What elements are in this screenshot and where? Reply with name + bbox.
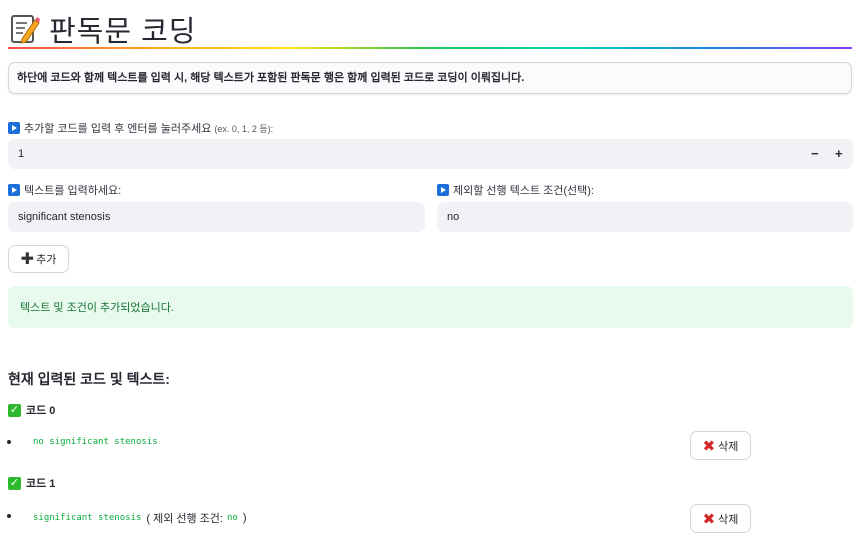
page-title-row: 판독문 코딩 [10, 8, 196, 50]
bullet [7, 514, 11, 518]
delete-label: 삭제 [718, 440, 739, 453]
play-icon [437, 184, 449, 196]
code-1-text: significant stenosis [33, 513, 142, 523]
code-number-value: 1 [18, 148, 25, 160]
code-number-input[interactable]: 1 [8, 139, 853, 169]
code-0-label: 코드 0 [26, 405, 56, 417]
page-title: 판독문 코딩 [49, 16, 197, 48]
text-label-text: 텍스트를 입력하세요: [24, 185, 122, 197]
exclude-input-value: no [447, 211, 460, 223]
code-1-condition: no [226, 513, 238, 523]
plus-icon: ✚ [20, 251, 35, 268]
add-button-label: 추가 [36, 254, 57, 266]
success-alert: 텍스트 및 조건이 추가되었습니다. [8, 286, 853, 328]
code-1-header: ✓ 코드 1 [8, 475, 55, 491]
delete-button-code-1[interactable]: ✖ 삭제 [690, 504, 751, 533]
check-icon: ✓ [8, 403, 21, 417]
text-input-value: significant stenosis [18, 211, 111, 223]
play-icon [8, 122, 20, 134]
code-label-hint: (ex. 0, 1, 2 등): [214, 123, 274, 134]
delete-button-code-0[interactable]: ✖ 삭제 [690, 431, 751, 460]
code-1-condition-label: ( 제외 선행 조건: [146, 513, 223, 525]
bullet [7, 440, 11, 444]
success-message: 텍스트 및 조건이 추가되었습니다. [20, 302, 174, 314]
exclude-input-label: 제외할 선행 텍스트 조건(선택): [437, 182, 594, 198]
code-1-condition-close: ) [242, 512, 247, 524]
delete-label: 삭제 [718, 513, 739, 526]
text-input[interactable]: significant stenosis [8, 202, 425, 232]
code-0-text: no significant stenosis [33, 437, 158, 447]
cross-mark-icon: ✖ [702, 510, 716, 528]
info-box: 하단에 코드와 함께 텍스트를 입력 시, 해당 텍스트가 포함된 판독문 행은… [8, 62, 852, 94]
decrement-button[interactable]: − [811, 146, 819, 161]
memo-icon [10, 13, 40, 45]
code-1-label: 코드 1 [26, 478, 56, 490]
code-label-text: 추가할 코드를 입력 후 엔터를 눌러주세요 [24, 123, 212, 135]
code-0-item: no significant stenosis [33, 437, 158, 447]
title-divider [8, 47, 852, 49]
increment-button[interactable]: + [835, 146, 843, 161]
exclude-label-text: 제외할 선행 텍스트 조건(선택): [453, 185, 594, 197]
exclude-input[interactable]: no [437, 202, 853, 232]
play-icon [8, 184, 20, 196]
current-codes-header: 현재 입력된 코드 및 텍스트: [8, 371, 170, 387]
code-input-label: 추가할 코드를 입력 후 엔터를 눌러주세요 (ex. 0, 1, 2 등): [8, 120, 273, 136]
code-1-item: significant stenosis ( 제외 선행 조건: no ) [33, 510, 251, 526]
check-icon: ✓ [8, 476, 21, 490]
code-0-header: ✓ 코드 0 [8, 402, 55, 418]
add-button[interactable]: ✚ 추가 [8, 245, 69, 273]
text-input-label: 텍스트를 입력하세요: [8, 182, 121, 198]
cross-mark-icon: ✖ [702, 437, 716, 455]
